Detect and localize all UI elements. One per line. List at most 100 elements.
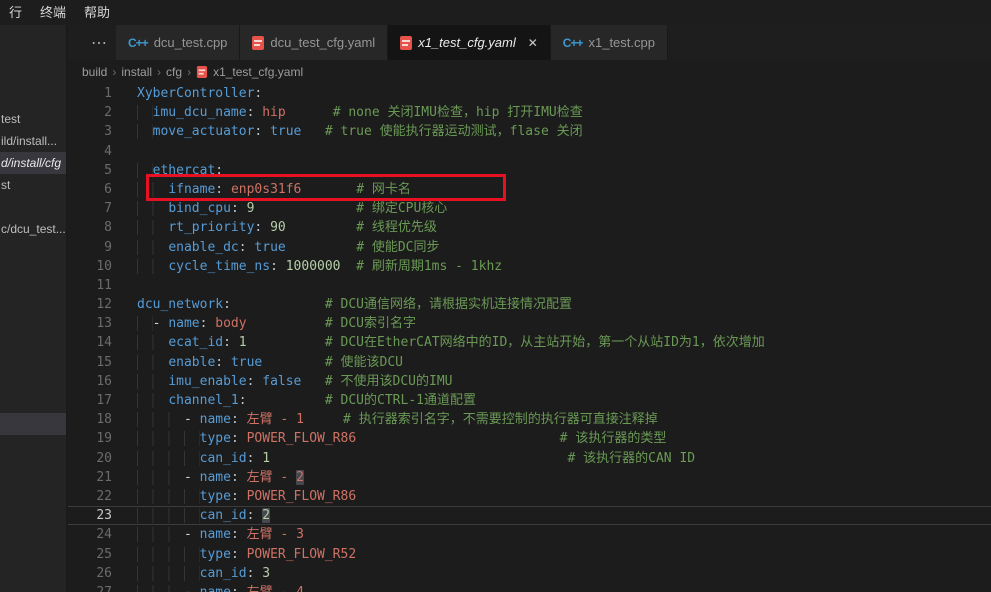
- code-line[interactable]: 7 bind_cpu: 9 # 绑定CPU核心: [68, 199, 991, 218]
- sidebar-item[interactable]: [0, 196, 67, 218]
- code-line[interactable]: 9 enable_dc: true # 使能DC同步: [68, 238, 991, 257]
- code-line[interactable]: 25 type: POWER_FLOW_R52: [68, 545, 991, 564]
- token: :: [223, 297, 231, 312]
- sidebar-item[interactable]: st: [0, 174, 67, 196]
- token: # 网卡名: [356, 182, 411, 197]
- sidebar-item[interactable]: ild/install...: [0, 130, 67, 152]
- token: :: [270, 259, 278, 274]
- sidebar-item[interactable]: c/dcu_test...: [0, 218, 67, 240]
- code-line[interactable]: 14 ecat_id: 1 # DCU在EtherCAT网络中的ID，从主站开始…: [68, 333, 991, 352]
- line-number: 12: [68, 295, 112, 314]
- line-number: 15: [68, 353, 112, 372]
- token: # 使能该DCU: [325, 355, 403, 370]
- code-line[interactable]: 2 imu_dcu_name: hip # none 关闭IMU检查，hip 打…: [68, 103, 991, 122]
- token: [239, 527, 247, 542]
- code-line[interactable]: 20 can_id: 1 # 该执行器的CAN ID: [68, 449, 991, 468]
- menu-item-帮助[interactable]: 帮助: [75, 0, 119, 25]
- token: [223, 182, 231, 197]
- more-actions-button[interactable]: ⋯: [82, 25, 116, 60]
- token: can_id: [200, 566, 247, 581]
- close-icon[interactable]: ✕: [528, 36, 538, 50]
- tab-dcu_test_cfg.yaml[interactable]: dcu_test_cfg.yaml: [240, 25, 388, 60]
- code-line-text: - name: 左臂 - 1 # 执行器索引名字，不需要控制的执行器可直接注释掉: [112, 410, 991, 429]
- code-line-text: enable_dc: true # 使能DC同步: [112, 238, 991, 257]
- code-line[interactable]: 27 - name: 左臂 - 4: [68, 583, 991, 592]
- token: [137, 489, 200, 504]
- token: ifname: [168, 182, 215, 197]
- token: [262, 124, 270, 139]
- token: [239, 470, 247, 485]
- token: name: [200, 470, 231, 485]
- token: [137, 508, 200, 523]
- code-editor[interactable]: 1XyberController:2 imu_dcu_name: hip # n…: [68, 84, 991, 592]
- code-line[interactable]: 21 - name: 左臂 - 2: [68, 468, 991, 487]
- code-line-text: type: POWER_FLOW_R52: [112, 545, 991, 564]
- token: POWER_FLOW_R86: [247, 431, 357, 446]
- token: :: [223, 335, 231, 350]
- token: :: [231, 201, 239, 216]
- code-line[interactable]: 16 imu_enable: false # 不使用该DCU的IMU: [68, 372, 991, 391]
- code-line[interactable]: 15 enable: true # 使能该DCU: [68, 353, 991, 372]
- token: channel_1: [168, 393, 238, 408]
- token: bind_cpu: [168, 201, 231, 216]
- code-line[interactable]: 12dcu_network: # DCU通信网络，请根据实机连接情况配置: [68, 295, 991, 314]
- code-line[interactable]: 1XyberController:: [68, 84, 991, 103]
- code-line-text: ecat_id: 1 # DCU在EtherCAT网络中的ID，从主站开始，第一…: [112, 333, 991, 352]
- token: can_id: [200, 508, 247, 523]
- code-line[interactable]: 26 can_id: 3: [68, 564, 991, 583]
- vscode-window: 行终端帮助 testild/install...d/install/cfgst c…: [0, 0, 991, 592]
- sidebar-item[interactable]: test: [0, 108, 67, 130]
- token: name: [200, 412, 231, 427]
- code-line[interactable]: 4: [68, 142, 991, 161]
- code-line[interactable]: 17 channel_1: # DCU的CTRL-1通道配置: [68, 391, 991, 410]
- code-line[interactable]: 22 type: POWER_FLOW_R86: [68, 487, 991, 506]
- token: 3: [262, 566, 270, 581]
- code-line[interactable]: 24 - name: 左臂 - 3: [68, 525, 991, 544]
- code-line[interactable]: 5 ethercat:: [68, 161, 991, 180]
- token: type: [200, 431, 231, 446]
- line-number: 9: [68, 238, 112, 257]
- breadcrumb-segment[interactable]: cfg: [166, 65, 182, 79]
- code-line[interactable]: 8 rt_priority: 90 # 线程优先级: [68, 218, 991, 237]
- code-line[interactable]: 3 move_actuator: true # true 使能执行器运动测试，f…: [68, 122, 991, 141]
- token: [137, 412, 184, 427]
- line-number: 11: [68, 276, 112, 295]
- tab-x1_test_cfg.yaml[interactable]: x1_test_cfg.yaml✕: [388, 25, 551, 60]
- code-line-text: can_id: 1 # 该执行器的CAN ID: [112, 449, 991, 468]
- token: enp0s31f6: [231, 182, 301, 197]
- tab-label: x1_test.cpp: [588, 35, 655, 50]
- token: # DCU在EtherCAT网络中的ID，从主站开始，第一个从站ID为1，依次增…: [325, 335, 765, 350]
- token: [137, 240, 168, 255]
- code-line[interactable]: 18 - name: 左臂 - 1 # 执行器索引名字，不需要控制的执行器可直接…: [68, 410, 991, 429]
- code-line[interactable]: 23 can_id: 2: [68, 506, 991, 525]
- code-line[interactable]: 11: [68, 276, 991, 295]
- token: [239, 547, 247, 562]
- code-line-text: ifname: enp0s31f6 # 网卡名: [112, 180, 991, 199]
- code-line[interactable]: 13 - name: body # DCU索引名字: [68, 314, 991, 333]
- menu-item-终端[interactable]: 终端: [31, 0, 75, 25]
- sidebar-item[interactable]: d/install/cfg: [0, 152, 67, 174]
- token: # none 关闭IMU检查，hip 打开IMU检查: [333, 105, 583, 120]
- code-line[interactable]: 19 type: POWER_FLOW_R86 # 该执行器的类型: [68, 429, 991, 448]
- line-number: 27: [68, 583, 112, 592]
- token: [137, 335, 168, 350]
- token: :: [231, 412, 239, 427]
- tab-x1_test.cpp[interactable]: C++x1_test.cpp: [551, 25, 668, 60]
- token: [137, 547, 200, 562]
- token: [239, 201, 247, 216]
- breadcrumb-segment[interactable]: build: [82, 65, 107, 79]
- breadcrumb-file[interactable]: x1_test_cfg.yaml: [213, 65, 303, 79]
- sidebar-empty-highlight-row[interactable]: [0, 413, 67, 435]
- breadcrumb-segment[interactable]: install: [121, 65, 152, 79]
- tab-dcu_test.cpp[interactable]: C++dcu_test.cpp: [116, 25, 240, 60]
- token: dcu_network: [137, 297, 223, 312]
- code-line-text: XyberController:: [112, 84, 991, 103]
- code-line-text: can_id: 3: [112, 564, 991, 583]
- token: -: [153, 316, 169, 331]
- code-line[interactable]: 10 cycle_time_ns: 1000000 # 刷新周期1ms - 1k…: [68, 257, 991, 276]
- menu-item-行[interactable]: 行: [0, 0, 31, 25]
- code-line[interactable]: 6 ifname: enp0s31f6 # 网卡名: [68, 180, 991, 199]
- token: # 使能DC同步: [356, 240, 439, 255]
- line-number: 18: [68, 410, 112, 429]
- token: -: [184, 527, 200, 542]
